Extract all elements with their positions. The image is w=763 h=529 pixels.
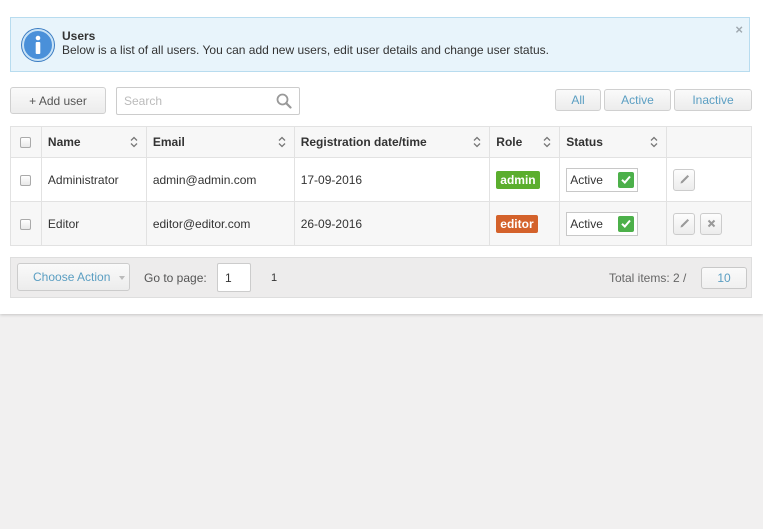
table-row: Administrator admin@admin.com 17-09-2016… <box>10 157 752 202</box>
status-select[interactable]: Active <box>566 167 639 192</box>
column-label: Name <box>47 135 81 149</box>
column-header-email[interactable]: Email <box>145 126 295 158</box>
check-icon <box>618 215 635 232</box>
column-header-actions <box>666 126 752 158</box>
users-table: Name Email Registration date/time Role S… <box>10 126 752 246</box>
actions-cell <box>666 157 752 202</box>
search-box <box>116 87 300 115</box>
info-box: Users Below is a list of all users. You … <box>10 17 750 72</box>
per-page-button[interactable]: 10 <box>701 267 747 289</box>
role-cell: admin <box>489 157 561 202</box>
edit-button[interactable] <box>673 212 696 235</box>
role-badge: editor <box>496 214 538 233</box>
role-cell: editor <box>489 201 561 246</box>
sort-icon <box>473 136 481 148</box>
row-checkbox[interactable] <box>20 174 32 186</box>
goto-page-input[interactable] <box>217 263 251 292</box>
column-header-name[interactable]: Name <box>40 126 147 158</box>
column-header-registration[interactable]: Registration date/time <box>293 126 491 158</box>
column-label: Status <box>566 135 603 149</box>
column-label: Registration date/time <box>300 135 427 149</box>
info-title: Users <box>62 29 96 43</box>
choose-action-dropdown[interactable]: Choose Action <box>17 263 130 291</box>
sort-icon <box>278 136 286 148</box>
actions-cell <box>666 201 752 246</box>
filter-all-button[interactable]: All <box>555 89 601 111</box>
status-cell: Active <box>559 157 668 202</box>
column-header-status[interactable]: Status <box>559 126 668 158</box>
column-header-role[interactable]: Role <box>489 126 561 158</box>
check-icon <box>618 171 635 188</box>
role-badge: admin <box>496 170 540 189</box>
pencil-icon <box>680 174 689 184</box>
caret-down-icon <box>119 276 125 280</box>
column-label: Email <box>152 135 185 149</box>
users-panel: Users Below is a list of all users. You … <box>0 0 763 314</box>
page-number[interactable]: 1 <box>271 272 277 284</box>
user-registration-date: 17-09-2016 <box>293 157 491 202</box>
select-all-cell <box>10 126 42 158</box>
row-select-cell <box>10 201 42 246</box>
close-icon[interactable]: × <box>735 22 743 37</box>
info-text: Below is a list of all users. You can ad… <box>62 43 549 57</box>
delete-x-icon <box>707 219 716 228</box>
delete-button[interactable] <box>700 212 723 235</box>
user-email: admin@admin.com <box>145 157 295 202</box>
user-registration-date: 26-09-2016 <box>293 201 491 246</box>
filter-active-button[interactable]: Active <box>604 89 671 111</box>
user-email: editor@editor.com <box>145 201 295 246</box>
choose-action-label: Choose Action <box>33 270 111 284</box>
select-all-checkbox[interactable] <box>20 137 32 149</box>
add-user-button[interactable]: + Add user <box>10 87 106 114</box>
search-icon[interactable] <box>276 93 292 112</box>
info-icon <box>22 29 54 61</box>
sort-icon <box>130 136 138 148</box>
total-items: Total items: 2 / <box>609 271 687 285</box>
user-name: Editor <box>40 201 147 246</box>
column-label: Role <box>496 135 523 149</box>
status-label: Active <box>570 172 603 187</box>
status-label: Active <box>570 216 603 231</box>
filter-inactive-button[interactable]: Inactive <box>674 89 752 111</box>
row-select-cell <box>10 157 42 202</box>
table-header-row: Name Email Registration date/time Role S… <box>10 126 752 158</box>
search-input[interactable] <box>117 88 267 114</box>
sort-icon <box>650 136 658 148</box>
table-row: Editor editor@editor.com 26-09-2016 edit… <box>10 201 752 246</box>
status-select[interactable]: Active <box>566 211 639 236</box>
row-checkbox[interactable] <box>20 218 32 230</box>
user-name: Administrator <box>40 157 147 202</box>
sort-icon <box>543 136 551 148</box>
edit-button[interactable] <box>673 168 696 191</box>
pencil-icon <box>680 218 689 228</box>
goto-page-label: Go to page: <box>144 271 207 285</box>
status-cell: Active <box>559 201 668 246</box>
table-footer: Choose Action Go to page: 1 Total items:… <box>10 257 752 298</box>
